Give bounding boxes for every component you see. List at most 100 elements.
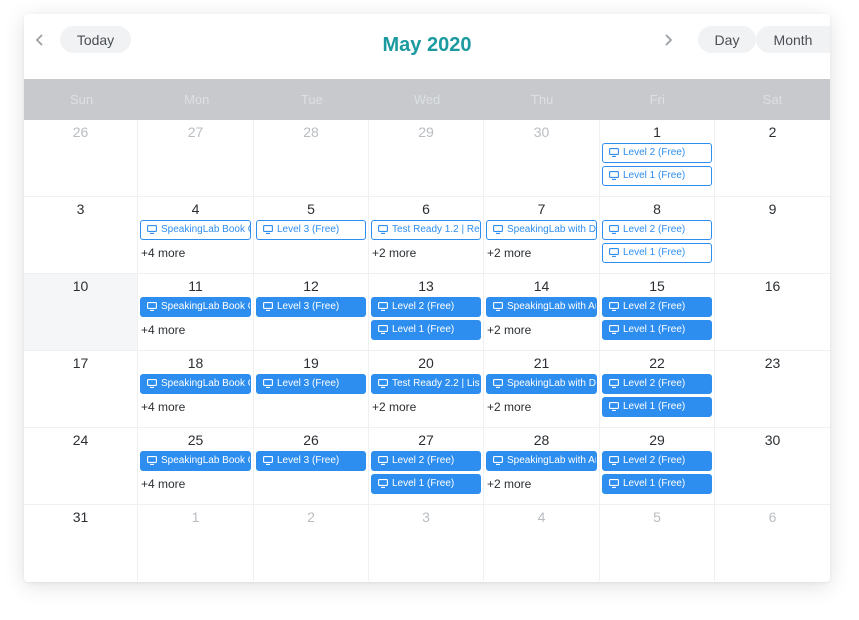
calendar-event[interactable]: SpeakingLab Book Conversation bbox=[140, 374, 251, 394]
calendar-event[interactable]: Level 1 (Free) bbox=[602, 243, 712, 263]
calendar-event[interactable]: Level 2 (Free) bbox=[371, 451, 481, 471]
chevron-right-icon[interactable] bbox=[658, 30, 678, 50]
more-events-link[interactable]: +4 more bbox=[141, 323, 185, 337]
calendar-event[interactable]: Level 1 (Free) bbox=[602, 320, 712, 340]
day-number: 5 bbox=[653, 509, 661, 525]
day-cell[interactable]: 11 SpeakingLab Book Conversation +4 more bbox=[137, 274, 253, 350]
day-cell[interactable]: 28 SpeakingLab with Authors +2 more bbox=[483, 428, 599, 504]
calendar-event[interactable]: Test Ready 2.2 | Listening bbox=[371, 374, 481, 394]
calendar-event[interactable]: SpeakingLab with Authors bbox=[486, 451, 597, 471]
day-view-button[interactable]: Day bbox=[698, 26, 756, 53]
calendar-event[interactable]: Level 2 (Free) bbox=[602, 297, 712, 317]
event-title: Level 1 (Free) bbox=[623, 170, 686, 181]
day-cell[interactable]: 26 bbox=[24, 120, 137, 196]
monitor-icon bbox=[378, 302, 389, 312]
day-cell[interactable]: 18 SpeakingLab Book Conversation +4 more bbox=[137, 351, 253, 427]
calendar-event[interactable]: Level 2 (Free) bbox=[371, 297, 481, 317]
day-cell[interactable]: 19 Level 3 (Free) bbox=[253, 351, 368, 427]
month-view-button[interactable]: Month bbox=[756, 26, 830, 53]
more-events-link[interactable]: +4 more bbox=[141, 477, 185, 491]
day-cell[interactable]: 6 bbox=[714, 505, 830, 581]
event-title: Level 2 (Free) bbox=[392, 301, 455, 312]
day-cell[interactable]: 3 bbox=[24, 197, 137, 273]
event-title: SpeakingLab with Authors bbox=[507, 455, 596, 466]
calendar-event[interactable]: Level 2 (Free) bbox=[602, 143, 712, 163]
day-cell[interactable]: 2 bbox=[253, 505, 368, 581]
day-cell[interactable]: 10 bbox=[24, 274, 137, 350]
day-cell[interactable]: 15 Level 2 (Free) Level 1 (Free) bbox=[599, 274, 714, 350]
day-cell[interactable]: 5 Level 3 (Free) bbox=[253, 197, 368, 273]
calendar-event[interactable]: Level 1 (Free) bbox=[602, 474, 712, 494]
event-title: Level 2 (Free) bbox=[623, 301, 686, 312]
day-cell[interactable]: 28 bbox=[253, 120, 368, 196]
day-cell[interactable]: 29 Level 2 (Free) Level 1 (Free) bbox=[599, 428, 714, 504]
day-cell[interactable]: 1 bbox=[137, 505, 253, 581]
day-cell[interactable]: 4 bbox=[483, 505, 599, 581]
more-events-link[interactable]: +4 more bbox=[141, 246, 185, 260]
day-cell[interactable]: 27 bbox=[137, 120, 253, 196]
day-cell[interactable]: 16 bbox=[714, 274, 830, 350]
calendar-event[interactable]: SpeakingLab with Daily bbox=[486, 374, 597, 394]
monitor-icon bbox=[378, 456, 389, 466]
calendar-event[interactable]: Level 3 (Free) bbox=[256, 374, 366, 394]
day-cell[interactable]: 8 Level 2 (Free) Level 1 (Free) bbox=[599, 197, 714, 273]
monitor-icon bbox=[493, 379, 504, 389]
day-cell[interactable]: 31 bbox=[24, 505, 137, 581]
day-cell[interactable]: 21 SpeakingLab with Daily +2 more bbox=[483, 351, 599, 427]
day-cell[interactable]: 23 bbox=[714, 351, 830, 427]
day-cell[interactable]: 6 Test Ready 1.2 | Reading +2 more bbox=[368, 197, 483, 273]
day-cell[interactable]: 13 Level 2 (Free) Level 1 (Free) bbox=[368, 274, 483, 350]
day-cell[interactable]: 3 bbox=[368, 505, 483, 581]
calendar-event[interactable]: Level 2 (Free) bbox=[602, 374, 712, 394]
more-events-link[interactable]: +2 more bbox=[487, 477, 531, 491]
calendar-event[interactable]: Level 1 (Free) bbox=[371, 474, 481, 494]
more-events-link[interactable]: +2 more bbox=[372, 246, 416, 260]
calendar-event[interactable]: Level 3 (Free) bbox=[256, 297, 366, 317]
calendar-event[interactable]: SpeakingLab with Authors bbox=[486, 297, 597, 317]
calendar-event[interactable]: Level 3 (Free) bbox=[256, 451, 366, 471]
day-cell[interactable]: 9 bbox=[714, 197, 830, 273]
day-cell[interactable]: 26 Level 3 (Free) bbox=[253, 428, 368, 504]
calendar-event[interactable]: SpeakingLab with Daily bbox=[486, 220, 597, 240]
chevron-left-icon[interactable] bbox=[30, 30, 50, 50]
day-cell[interactable]: 22 Level 2 (Free) Level 1 (Free) bbox=[599, 351, 714, 427]
calendar-event[interactable]: Level 2 (Free) bbox=[602, 451, 712, 471]
event-title: Test Ready 1.2 | Reading bbox=[392, 224, 480, 235]
calendar-event[interactable]: Level 1 (Free) bbox=[602, 166, 712, 186]
day-cell[interactable]: 4 SpeakingLab Book Conversation +4 more bbox=[137, 197, 253, 273]
calendar-event[interactable]: Level 1 (Free) bbox=[602, 397, 712, 417]
day-cell[interactable]: 25 SpeakingLab Book Conversation +4 more bbox=[137, 428, 253, 504]
day-number: 16 bbox=[764, 278, 781, 294]
monitor-icon bbox=[609, 325, 620, 335]
day-number: 30 bbox=[533, 124, 550, 140]
calendar-event[interactable]: SpeakingLab Book Conversation bbox=[140, 220, 251, 240]
more-events-link[interactable]: +2 more bbox=[372, 400, 416, 414]
calendar-event[interactable]: Level 2 (Free) bbox=[602, 220, 712, 240]
calendar-event[interactable]: SpeakingLab Book Conversation bbox=[140, 297, 251, 317]
day-cell[interactable]: 1 Level 2 (Free) Level 1 (Free) bbox=[599, 120, 714, 196]
day-cell[interactable]: 30 bbox=[483, 120, 599, 196]
more-events-link[interactable]: +2 more bbox=[487, 323, 531, 337]
more-events-link[interactable]: +2 more bbox=[487, 400, 531, 414]
monitor-icon bbox=[263, 225, 274, 235]
day-cell[interactable]: 30 bbox=[714, 428, 830, 504]
day-cell[interactable]: 12 Level 3 (Free) bbox=[253, 274, 368, 350]
calendar-event[interactable]: SpeakingLab Book Conversation bbox=[140, 451, 251, 471]
day-cell[interactable]: 5 bbox=[599, 505, 714, 581]
day-number: 9 bbox=[768, 201, 777, 217]
day-cell[interactable]: 29 bbox=[368, 120, 483, 196]
day-cell[interactable]: 20 Test Ready 2.2 | Listening +2 more bbox=[368, 351, 483, 427]
day-cell[interactable]: 17 bbox=[24, 351, 137, 427]
day-cell[interactable]: 2 bbox=[714, 120, 830, 196]
today-button[interactable]: Today bbox=[60, 26, 131, 53]
day-cell[interactable]: 14 SpeakingLab with Authors +2 more bbox=[483, 274, 599, 350]
day-cell[interactable]: 24 bbox=[24, 428, 137, 504]
more-events-link[interactable]: +4 more bbox=[141, 400, 185, 414]
more-events-link[interactable]: +2 more bbox=[487, 246, 531, 260]
calendar-event[interactable]: Level 3 (Free) bbox=[256, 220, 366, 240]
day-number: 27 bbox=[187, 124, 204, 140]
calendar-event[interactable]: Level 1 (Free) bbox=[371, 320, 481, 340]
calendar-event[interactable]: Test Ready 1.2 | Reading bbox=[371, 220, 481, 240]
day-cell[interactable]: 7 SpeakingLab with Daily +2 more bbox=[483, 197, 599, 273]
day-cell[interactable]: 27 Level 2 (Free) Level 1 (Free) bbox=[368, 428, 483, 504]
